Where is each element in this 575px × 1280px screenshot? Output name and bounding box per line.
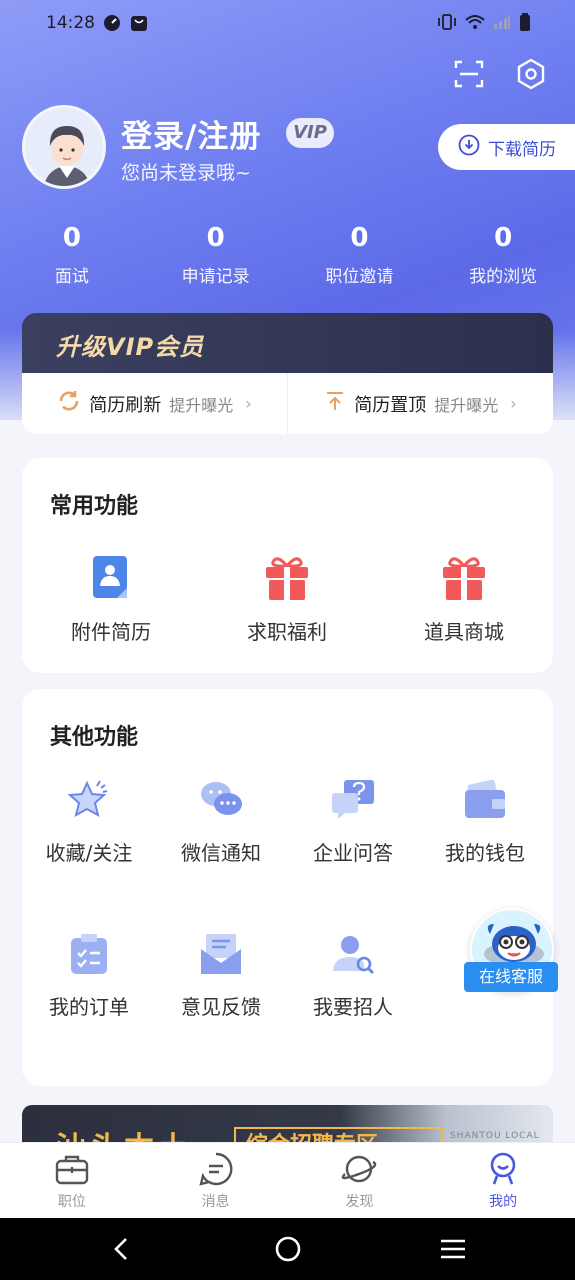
status-bar: 14:28 [0, 0, 575, 48]
recents-icon[interactable] [435, 1231, 471, 1267]
vip-upgrade-title: 升级VIP会员 [56, 333, 205, 361]
status-right-icons [437, 13, 531, 35]
feedback-item[interactable]: 意见反馈 [156, 931, 286, 1020]
star-icon [66, 777, 112, 823]
feedback-label: 意见反馈 [181, 995, 261, 1019]
tab-label: 消息 [201, 1194, 230, 1210]
company-qa-item[interactable]: 企业问答 [288, 777, 418, 866]
wallet-icon [462, 777, 508, 823]
orders-item[interactable]: 我的订单 [24, 931, 154, 1020]
other-functions-card: 其他功能 收藏/关注 微信通知 企业问答 我的钱包 我的订单 意见反馈 我要招人 [22, 689, 553, 1086]
login-subtitle: 您尚未登录哦~ [121, 162, 251, 184]
common-functions-card: 常用功能 附件简历 求职福利 道具商城 [22, 458, 553, 673]
pin-top-icon [324, 390, 346, 417]
system-nav-bar [0, 1218, 575, 1280]
recruit-item[interactable]: 我要招人 [288, 931, 418, 1020]
favorites-label: 收藏/关注 [45, 841, 133, 865]
tab-label: 发现 [345, 1194, 374, 1210]
chevron-right-icon: › [245, 394, 252, 413]
resume-icon [87, 554, 135, 602]
stat-label: 我的浏览 [469, 267, 538, 287]
tab-jobs[interactable]: 职位 [0, 1143, 144, 1218]
prop-mall-item[interactable]: 道具商城 [399, 554, 529, 645]
status-time: 14:28 [46, 13, 95, 33]
home-icon[interactable] [270, 1231, 306, 1267]
vip-upgrade-banner[interactable]: 升级VIP会员 [22, 313, 553, 375]
planet-icon [341, 1151, 377, 1187]
battery-icon [519, 13, 531, 35]
common-functions-title: 常用功能 [50, 494, 139, 519]
settings-icon[interactable] [515, 58, 547, 90]
favorites-item[interactable]: 收藏/关注 [24, 777, 154, 866]
stat-value: 0 [62, 223, 81, 253]
download-resume-button[interactable]: 下载简历 [438, 124, 575, 170]
orders-label: 我的订单 [49, 995, 129, 1019]
stat-value: 0 [350, 223, 369, 253]
chevron-right-icon: › [510, 394, 517, 413]
signal-icon [493, 14, 511, 34]
download-resume-label: 下载简历 [488, 139, 556, 160]
stat-interview[interactable]: 0 面试 [0, 220, 144, 287]
stat-invitations[interactable]: 0 职位邀请 [288, 220, 432, 287]
resume-pin-sub: 提升曝光 [434, 395, 499, 415]
job-benefits-item[interactable]: 求职福利 [222, 554, 352, 645]
vip-badge: VIP [286, 118, 334, 148]
other-functions-title: 其他功能 [50, 725, 139, 750]
tab-label: 职位 [57, 1194, 86, 1210]
attachment-resume-label: 附件简历 [71, 620, 151, 644]
stat-value: 0 [494, 223, 513, 253]
message-icon [198, 1151, 234, 1187]
wallet-item[interactable]: 我的钱包 [420, 777, 550, 866]
bottom-tab-bar: 职位 消息 发现 我的 [0, 1142, 575, 1218]
briefcase-icon [54, 1151, 90, 1187]
resume-refresh-label: 简历刷新 [89, 394, 162, 416]
gift-icon [440, 554, 488, 602]
banner-tag: SHANTOU LOCAL [450, 1131, 540, 1141]
online-service-button[interactable]: 在线客服 [464, 908, 558, 998]
tab-label: 我的 [489, 1194, 518, 1210]
order-icon [66, 931, 112, 977]
avatar[interactable] [22, 105, 106, 189]
stat-label: 面试 [54, 267, 89, 287]
app-notification-icon [103, 14, 121, 32]
online-service-label: 在线客服 [464, 962, 558, 992]
scan-icon[interactable] [453, 58, 485, 90]
stats-row: 0 面试 0 申请记录 0 职位邀请 0 我的浏览 [0, 220, 575, 287]
refresh-icon [57, 389, 81, 418]
stat-applications[interactable]: 0 申请记录 [144, 220, 288, 287]
tab-discover[interactable]: 发现 [288, 1143, 432, 1218]
vibrate-icon [437, 14, 457, 34]
resume-pin-label: 简历置顶 [354, 394, 427, 416]
wechat-notify-item[interactable]: 微信通知 [156, 777, 286, 866]
recruit-icon [330, 931, 376, 977]
wallet-label: 我的钱包 [445, 841, 525, 865]
job-benefits-label: 求职福利 [247, 620, 327, 644]
attachment-resume-item[interactable]: 附件简历 [46, 554, 176, 645]
wechat-notify-label: 微信通知 [181, 841, 261, 865]
recruit-label: 我要招人 [313, 995, 393, 1019]
stat-label: 职位邀请 [325, 267, 394, 287]
shopping-notification-icon [130, 14, 148, 32]
resume-boost-card: 简历刷新 提升曝光 › 简历置顶 提升曝光 › [22, 373, 553, 434]
tab-me[interactable]: 我的 [431, 1143, 575, 1218]
resume-refresh-button[interactable]: 简历刷新 提升曝光 › [22, 373, 287, 434]
resume-refresh-sub: 提升曝光 [169, 395, 234, 415]
wifi-icon [465, 14, 485, 34]
resume-pin-button[interactable]: 简历置顶 提升曝光 › [288, 373, 553, 434]
stat-browse-history[interactable]: 0 我的浏览 [431, 220, 575, 287]
stat-value: 0 [206, 223, 225, 253]
stat-label: 申请记录 [181, 267, 250, 287]
tab-messages[interactable]: 消息 [144, 1143, 288, 1218]
company-qa-label: 企业问答 [313, 841, 393, 865]
qa-icon [330, 777, 376, 823]
feedback-icon [198, 931, 244, 977]
gift-icon [263, 554, 311, 602]
profile-icon [485, 1151, 521, 1187]
prop-mall-label: 道具商城 [424, 620, 504, 644]
download-icon [458, 134, 480, 161]
back-icon[interactable] [104, 1231, 140, 1267]
login-register-title[interactable]: 登录/注册 [121, 111, 261, 156]
wechat-icon [198, 777, 244, 823]
top-actions [453, 58, 547, 90]
